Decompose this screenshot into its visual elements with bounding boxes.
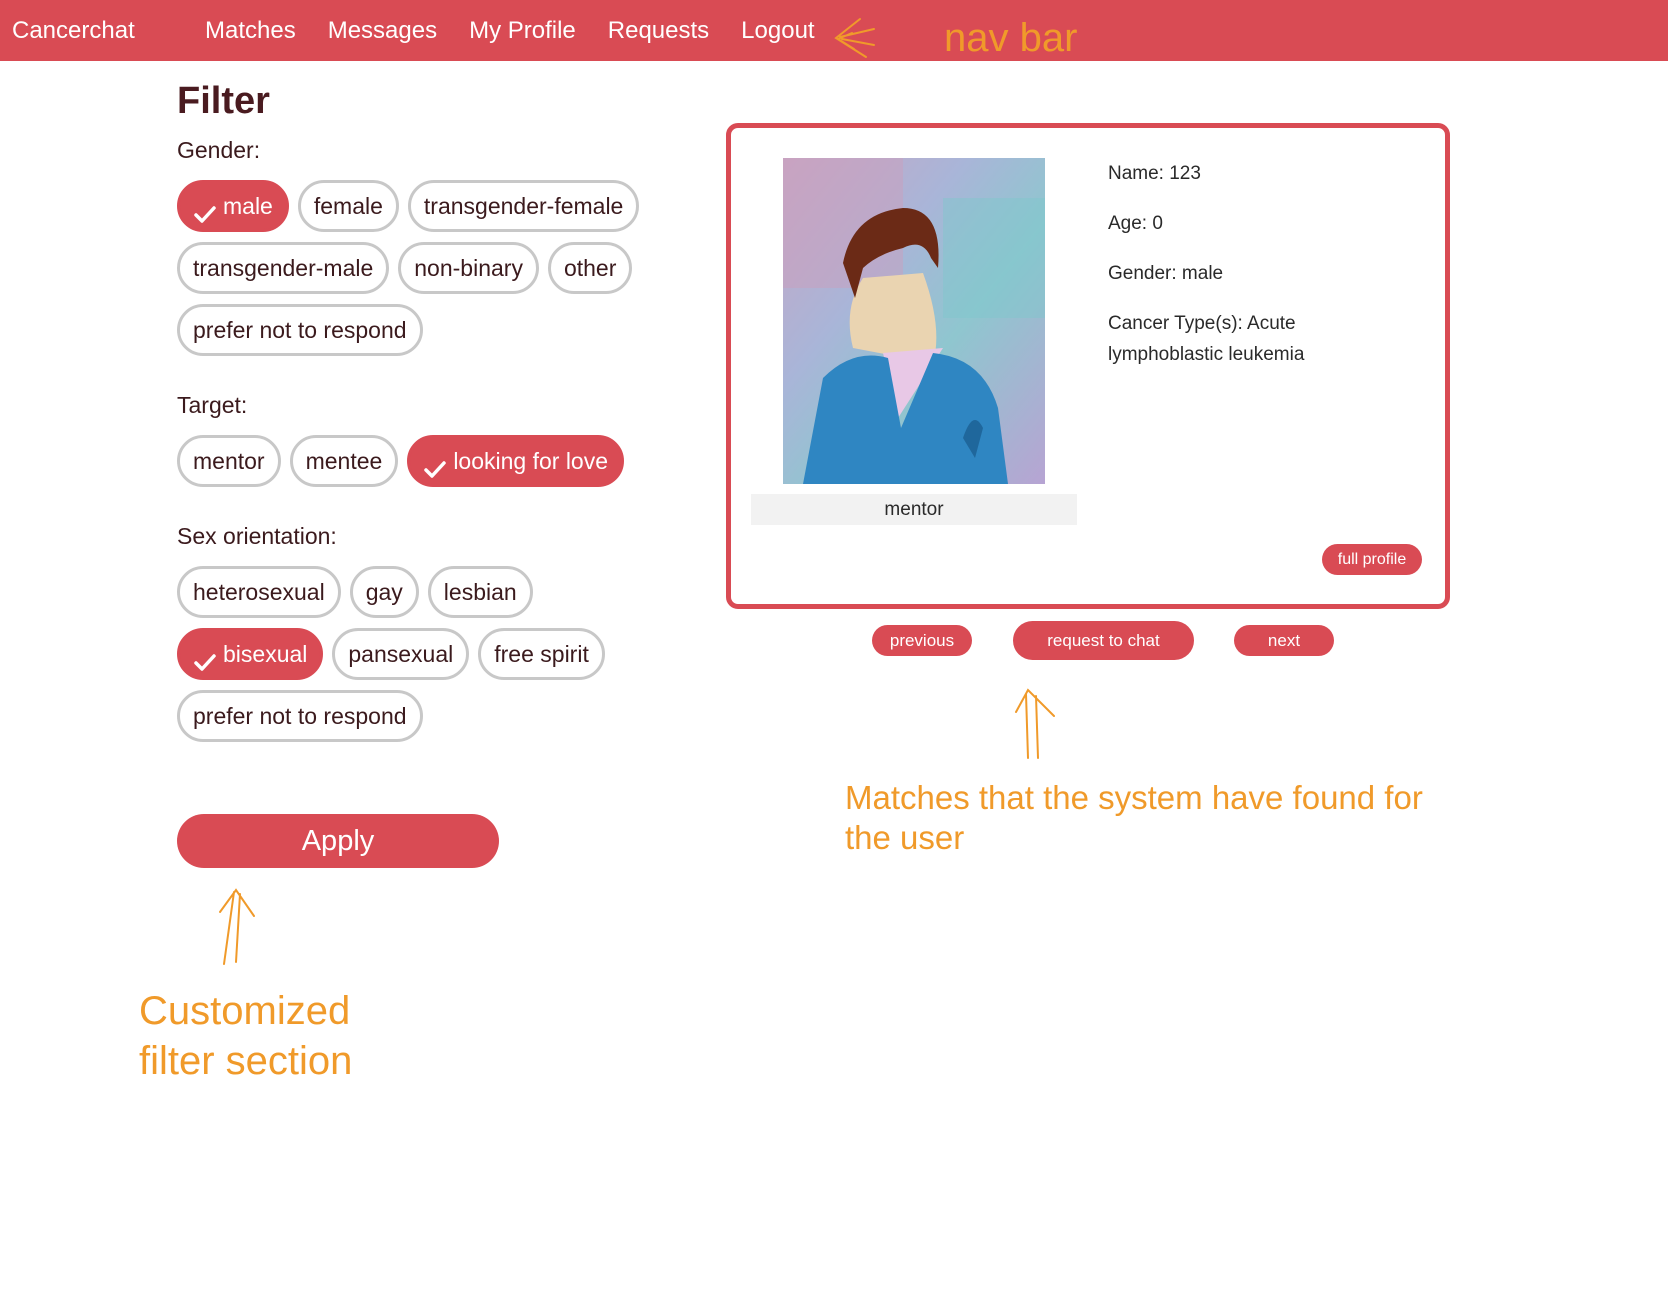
nav-link-requests[interactable]: Requests xyxy=(608,17,709,45)
match-cancer-types: Cancer Type(s): Acute lymphoblastic leuk… xyxy=(1108,313,1305,365)
orientation-chip-label: pansexual xyxy=(348,641,454,667)
orientation-chip[interactable]: free spirit xyxy=(478,628,605,680)
match-age: Age: 0 xyxy=(1108,213,1163,234)
check-icon xyxy=(193,195,217,223)
gender-chip-label: prefer not to respond xyxy=(193,317,407,343)
nav-links: Matches Messages My Profile Requests Log… xyxy=(205,17,815,45)
previous-button[interactable]: previous xyxy=(872,625,972,656)
filter-annotation-line-2: filter section xyxy=(139,1039,353,1083)
gender-chips: male female transgender-female transgender-… xyxy=(177,180,657,356)
gender-chip[interactable]: male xyxy=(177,180,289,232)
matches-annotation-arrow-icon xyxy=(1012,688,1062,760)
check-icon xyxy=(193,643,217,671)
brand-link[interactable]: Cancerchat xyxy=(12,17,135,45)
target-chip-label: looking for love xyxy=(453,448,609,474)
match-card: mentor Name: 123 Age: 0 Gender: male Can… xyxy=(726,123,1450,609)
target-chip[interactable]: mentee xyxy=(289,435,399,487)
nav-link-matches[interactable]: Matches xyxy=(205,17,296,45)
target-chips: mentor mentee looking for love xyxy=(177,435,657,487)
filter-annotation: Customized filter section xyxy=(139,986,352,1086)
gender-chip[interactable]: prefer not to respond xyxy=(177,304,423,356)
target-chip-label: mentor xyxy=(193,448,265,474)
gender-chip-label: non-binary xyxy=(414,255,523,281)
apply-button[interactable]: Apply xyxy=(177,814,499,868)
orientation-chip[interactable]: gay xyxy=(349,566,419,618)
target-chip-label: mentee xyxy=(305,448,383,474)
check-icon xyxy=(423,450,447,478)
gender-chip-label: female xyxy=(313,193,383,219)
match-role-caption: mentor xyxy=(751,494,1077,525)
profile-avatar xyxy=(783,158,1045,484)
gender-label: Gender: xyxy=(177,137,261,163)
match-info: Name: 123 Age: 0 Gender: male Cancer Typ… xyxy=(1108,158,1338,389)
nav-link-my-profile[interactable]: My Profile xyxy=(469,17,576,45)
matches-annotation: Matches that the system have found for t… xyxy=(845,778,1423,858)
nav-bar-annotation: nav bar xyxy=(944,16,1078,60)
gender-chip[interactable]: female xyxy=(297,180,399,232)
filter-title: Filter xyxy=(177,80,270,122)
orientation-chip[interactable]: bisexual xyxy=(177,628,324,680)
orientation-chip-label: heterosexual xyxy=(193,579,325,605)
gender-chip[interactable]: other xyxy=(547,242,633,294)
target-chip[interactable]: looking for love xyxy=(407,435,625,487)
orientation-label: Sex orientation: xyxy=(177,523,337,549)
filter-annotation-line-1: Customized xyxy=(139,989,351,1033)
request-to-chat-button[interactable]: request to chat xyxy=(1013,621,1194,660)
orientation-chip[interactable]: pansexual xyxy=(332,628,470,680)
orientation-chip-label: free spirit xyxy=(494,641,589,667)
orientation-chip-label: lesbian xyxy=(443,579,517,605)
gender-chip-label: male xyxy=(223,193,273,219)
orientation-chip-label: gay xyxy=(365,579,403,605)
match-name: Name: 123 xyxy=(1108,163,1201,184)
gender-chip-label: transgender-male xyxy=(193,255,374,281)
full-profile-button[interactable]: full profile xyxy=(1322,544,1422,575)
gender-chip[interactable]: transgender-female xyxy=(407,180,640,232)
matches-annotation-line-2: the user xyxy=(845,819,965,856)
orientation-chip[interactable]: prefer not to respond xyxy=(177,690,423,742)
orientation-chip[interactable]: lesbian xyxy=(427,566,533,618)
filter-annotation-arrow-icon xyxy=(214,886,264,966)
gender-chip-label: transgender-female xyxy=(423,193,624,219)
match-gender: Gender: male xyxy=(1108,263,1224,284)
orientation-chip[interactable]: heterosexual xyxy=(177,566,341,618)
target-chip[interactable]: mentor xyxy=(177,435,281,487)
filter-panel: Filter Gender: male female transgender-fem… xyxy=(177,80,677,742)
matches-annotation-line-1: Matches that the system have found for xyxy=(845,779,1423,816)
orientation-chips: heterosexual gay lesbian bisexual pansexual f… xyxy=(177,566,657,742)
nav-link-messages[interactable]: Messages xyxy=(328,17,437,45)
gender-chip-label: other xyxy=(563,255,617,281)
gender-chip[interactable]: transgender-male xyxy=(177,242,390,294)
target-label: Target: xyxy=(177,392,248,418)
nav-link-logout[interactable]: Logout xyxy=(741,17,814,45)
nav-annotation-arrow-icon xyxy=(830,15,876,59)
next-button[interactable]: next xyxy=(1234,625,1334,656)
orientation-chip-label: bisexual xyxy=(223,641,308,667)
gender-chip[interactable]: non-binary xyxy=(398,242,539,294)
orientation-chip-label: prefer not to respond xyxy=(193,703,407,729)
